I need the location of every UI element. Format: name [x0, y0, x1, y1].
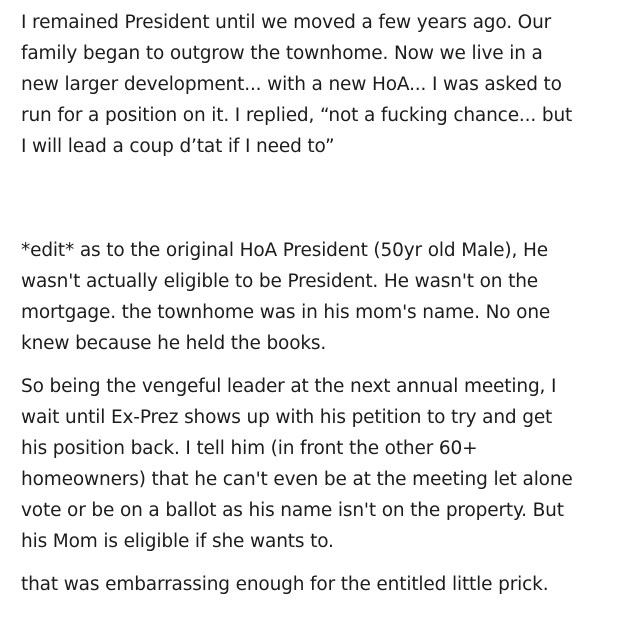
text-line: his position back. I tell him (in front …: [21, 438, 478, 459]
paragraph-1: I remained President until we moved a fe…: [21, 7, 621, 162]
text-line: I remained President until we moved a fe…: [21, 12, 552, 33]
text-line: wait until Ex-Prez shows up with his pet…: [21, 407, 553, 428]
post-body: I remained President until we moved a fe…: [21, 7, 621, 600]
text-line: knew because he held the books.: [21, 333, 327, 354]
text-line: *edit* as to the original HoA President …: [21, 240, 548, 261]
text-line: mortgage. the townhome was in his mom's …: [21, 302, 551, 323]
paragraph-3: So being the vengeful leader at the next…: [21, 371, 621, 557]
text-line: family began to outgrow the townhome. No…: [21, 43, 543, 64]
text-line: run for a position on it. I replied, “no…: [21, 105, 573, 126]
paragraph-2: *edit* as to the original HoA President …: [21, 235, 621, 359]
text-line: So being the vengeful leader at the next…: [21, 376, 557, 397]
text-line: vote or be on a ballot as his name isn't…: [21, 500, 564, 521]
paragraph-4: that was embarrassing enough for the ent…: [21, 569, 621, 600]
text-line: I will lead a coup d’tat if I need to”: [21, 136, 335, 157]
text-line: that was embarrassing enough for the ent…: [21, 574, 549, 595]
text-line: new larger development... with a new HoA…: [21, 74, 562, 95]
text-line: homeowners) that he can't even be at the…: [21, 469, 573, 490]
text-line: wasn't actually eligible to be President…: [21, 271, 538, 292]
text-line: his Mom is eligible if she wants to.: [21, 531, 334, 552]
